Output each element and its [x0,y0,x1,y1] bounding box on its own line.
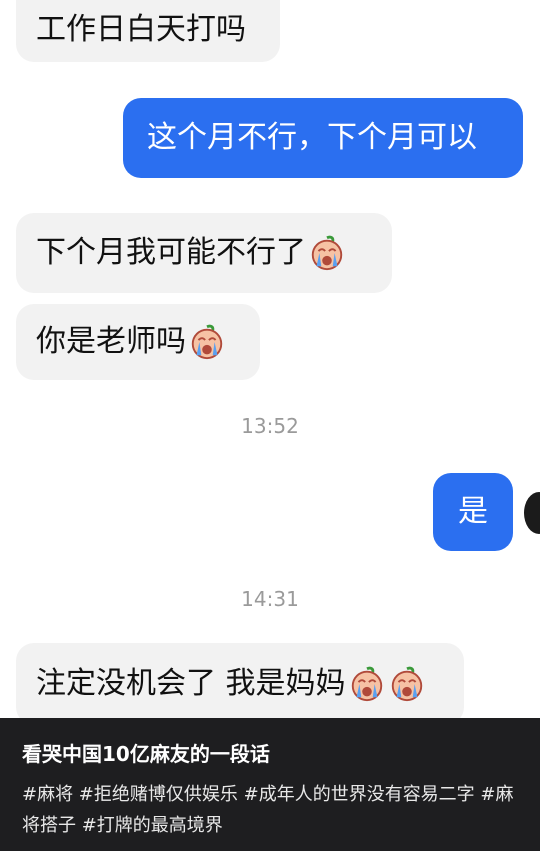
message-bubble-incoming[interactable]: 下个月我可能不行了 [16,213,392,293]
crying-face-icon [191,324,223,360]
message-text: 是 [458,494,488,529]
crying-face-icon [351,666,382,702]
message-bubble-outgoing[interactable]: 这个月不行，下个月可以 [123,98,523,178]
avatar[interactable] [524,492,540,534]
crying-face-icon [311,235,343,271]
message-bubble-outgoing[interactable]: 是 [433,473,513,551]
message-bubble-incoming[interactable]: 注定没机会了 我是妈妈 [16,643,464,725]
caption-title: 看哭中国10亿麻友的一段话 [22,742,270,766]
message-bubble-incoming[interactable]: 工作日白天打吗 [16,0,280,62]
message-text: 这个月不行，下个月可以 [147,120,477,155]
message-text: 下个月我可能不行了 [36,235,306,270]
message-text: 你是老师吗 [36,324,186,359]
caption-hashtags[interactable]: #麻将 #拒绝赌博仅供娱乐 #成年人的世界没有容易二字 #麻将搭子 #打牌的最高… [22,779,518,841]
message-text: 工作日白天打吗 [36,12,246,47]
message-bubble-incoming[interactable]: 你是老师吗 [16,304,260,380]
video-caption-panel: 看哭中国10亿麻友的一段话 #麻将 #拒绝赌博仅供娱乐 #成年人的世界没有容易二… [0,718,540,851]
message-timestamp: 14:31 [241,587,299,611]
message-text: 注定没机会了 我是妈妈 [36,666,346,701]
message-timestamp: 13:52 [241,414,299,438]
crying-face-icon [391,666,422,702]
